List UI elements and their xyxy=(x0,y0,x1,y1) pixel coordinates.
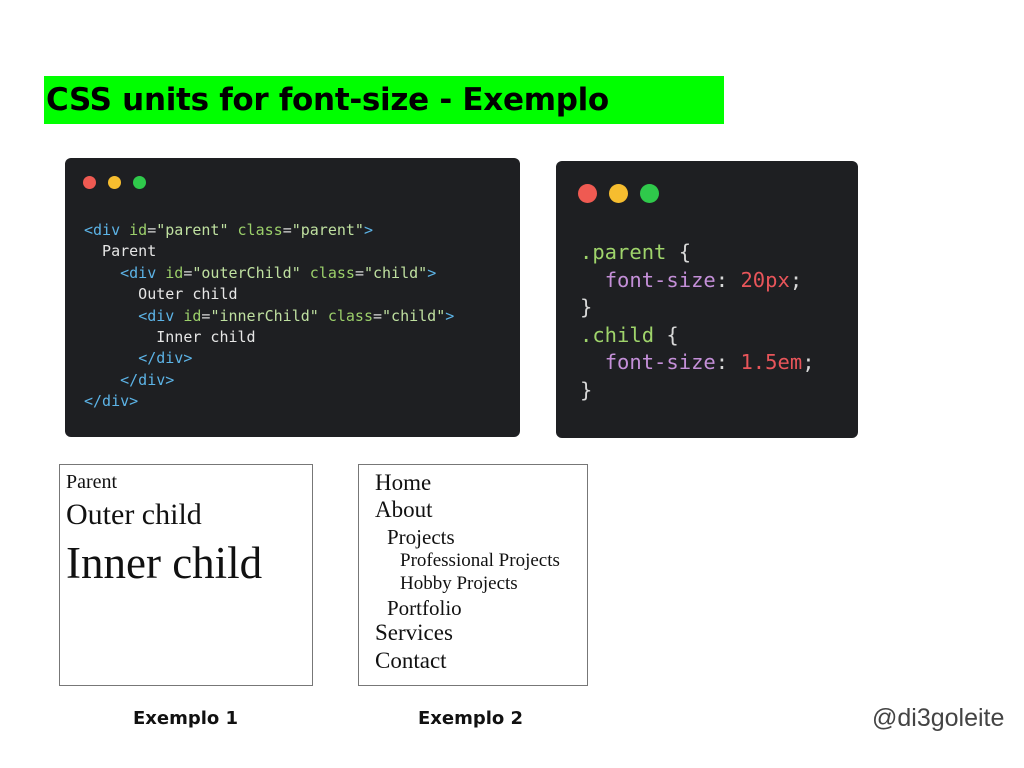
code-line-1: <div id="parent" class="parent"> xyxy=(84,221,373,239)
example1-caption: Exemplo 1 xyxy=(133,708,239,729)
yellow-dot-icon xyxy=(609,184,628,203)
html-code-window: <div id="parent" class="parent"> Parent … xyxy=(65,158,520,437)
nav-item-home: Home xyxy=(375,470,432,495)
outer-child-text: Outer child xyxy=(66,498,202,531)
code-line-6: Inner child xyxy=(84,328,256,347)
code-line-3: <div id="outerChild" class="child"> xyxy=(120,263,437,282)
code-line-8: </div> xyxy=(120,370,175,389)
child-property: font-size xyxy=(604,350,716,374)
code-line-9: </div> xyxy=(84,392,139,411)
nav-item-projects: Projects xyxy=(387,525,455,549)
slide-title: CSS units for font-size - Exemplo xyxy=(44,76,724,124)
example2-caption: Exemplo 2 xyxy=(418,708,524,729)
child-value: 1.5em xyxy=(740,350,803,374)
parent-selector: .parent xyxy=(580,240,667,264)
code-line-4: Outer child xyxy=(84,285,238,304)
red-dot-icon xyxy=(83,176,96,189)
nav-item-portfolio: Portfolio xyxy=(387,596,462,620)
parent-text: Parent xyxy=(66,471,118,493)
green-dot-icon xyxy=(640,184,659,203)
window-controls-css xyxy=(578,184,659,203)
parent-value: 20px xyxy=(740,267,790,292)
child-selector: .child xyxy=(580,322,655,347)
example2-render: Home About Projects Professional Project… xyxy=(358,464,588,686)
parent-property: font-size xyxy=(604,267,716,292)
nav-item-services: Services xyxy=(375,620,453,645)
yellow-dot-icon xyxy=(108,176,121,189)
example1-render: Parent Outer child Inner child xyxy=(59,464,313,686)
green-dot-icon xyxy=(133,176,146,189)
nav-item-hobby-projects: Hobby Projects xyxy=(400,573,518,594)
nav-item-professional-projects: Professional Projects xyxy=(400,550,560,571)
css-code-block: .parent { font-size: 20px; } .child { fo… xyxy=(580,240,815,402)
nav-item-about: About xyxy=(375,497,433,522)
window-controls-html xyxy=(83,176,146,189)
code-line-5: <div id="innerChild" class="child"> xyxy=(138,306,455,325)
red-dot-icon xyxy=(578,184,597,203)
code-line-7: </div> xyxy=(138,349,193,368)
css-code-window: .parent { font-size: 20px; } .child { fo… xyxy=(556,161,858,438)
code-line-2: Parent xyxy=(84,242,157,261)
html-code-block: <div id="parent" class="parent"> Parent … xyxy=(84,220,454,413)
nav-item-contact: Contact xyxy=(375,648,447,673)
inner-child-text: Inner child xyxy=(66,538,263,588)
author-handle: @di3goleite xyxy=(872,704,1005,732)
